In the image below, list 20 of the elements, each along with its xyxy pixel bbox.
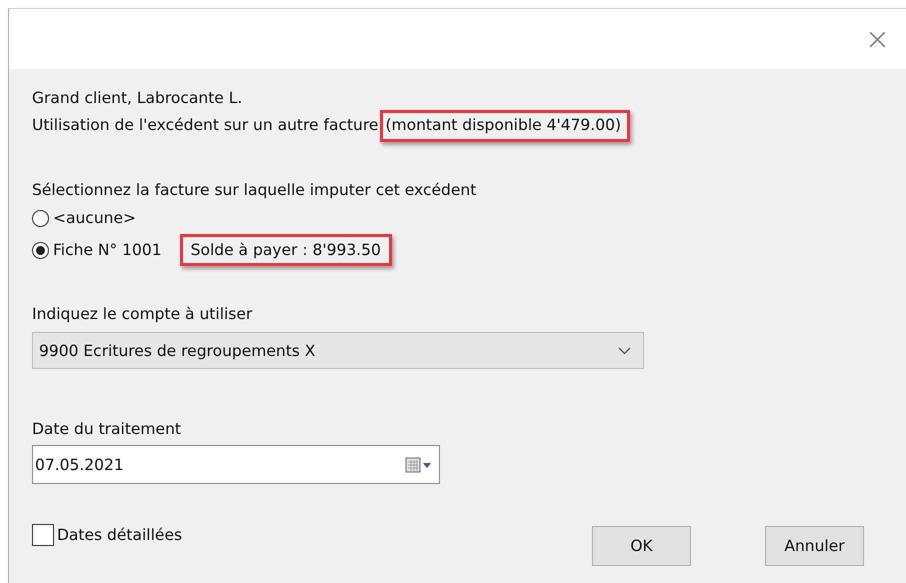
chevron-down-icon [618, 346, 631, 354]
balance-text: Solde à payer : 8'993.50 [190, 241, 381, 259]
invoice-prompt: Sélectionnez la facture sur laquelle imputer cet excédent [32, 180, 478, 201]
option-label[interactable]: <aucune> [53, 209, 136, 227]
usage-text: Utilisation de l'excédent sur un autre facture [32, 116, 378, 134]
date-field[interactable]: 07.05.2021 [32, 445, 440, 484]
checkbox-label[interactable]: Dates détaillées [57, 526, 182, 544]
close-button[interactable]: × [858, 22, 896, 56]
ok-button[interactable]: OK [592, 526, 691, 566]
checkbox[interactable] [32, 524, 54, 546]
account-dropdown[interactable]: 9900 Ecritures de regroupements X [32, 332, 644, 369]
radio-button[interactable] [32, 242, 49, 258]
cancel-button[interactable]: Annuler [765, 526, 864, 566]
radio-button[interactable] [32, 210, 49, 226]
date-label: Date du traitement [32, 419, 182, 440]
option-label[interactable]: Fiche N° 1001 [53, 241, 162, 259]
available-amount: (montant disponible 4'479.00) [385, 116, 621, 134]
client-name: Grand client, Labrocante L. [32, 88, 244, 109]
calendar-icon[interactable] [405, 456, 433, 474]
account-label: Indiquez le compte à utiliser [32, 304, 254, 325]
